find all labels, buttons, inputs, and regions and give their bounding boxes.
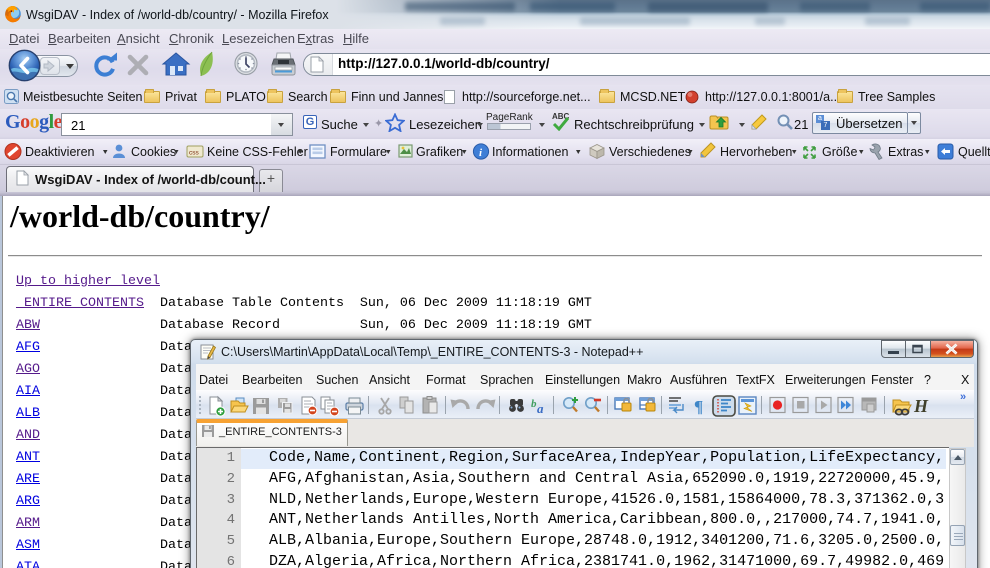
svg-text:¶: ¶ [694, 397, 703, 416]
svg-text:H: H [913, 396, 929, 416]
svg-text:»: » [960, 391, 966, 403]
svg-text:css: css [189, 150, 200, 157]
svg-text:a: a [537, 401, 544, 416]
